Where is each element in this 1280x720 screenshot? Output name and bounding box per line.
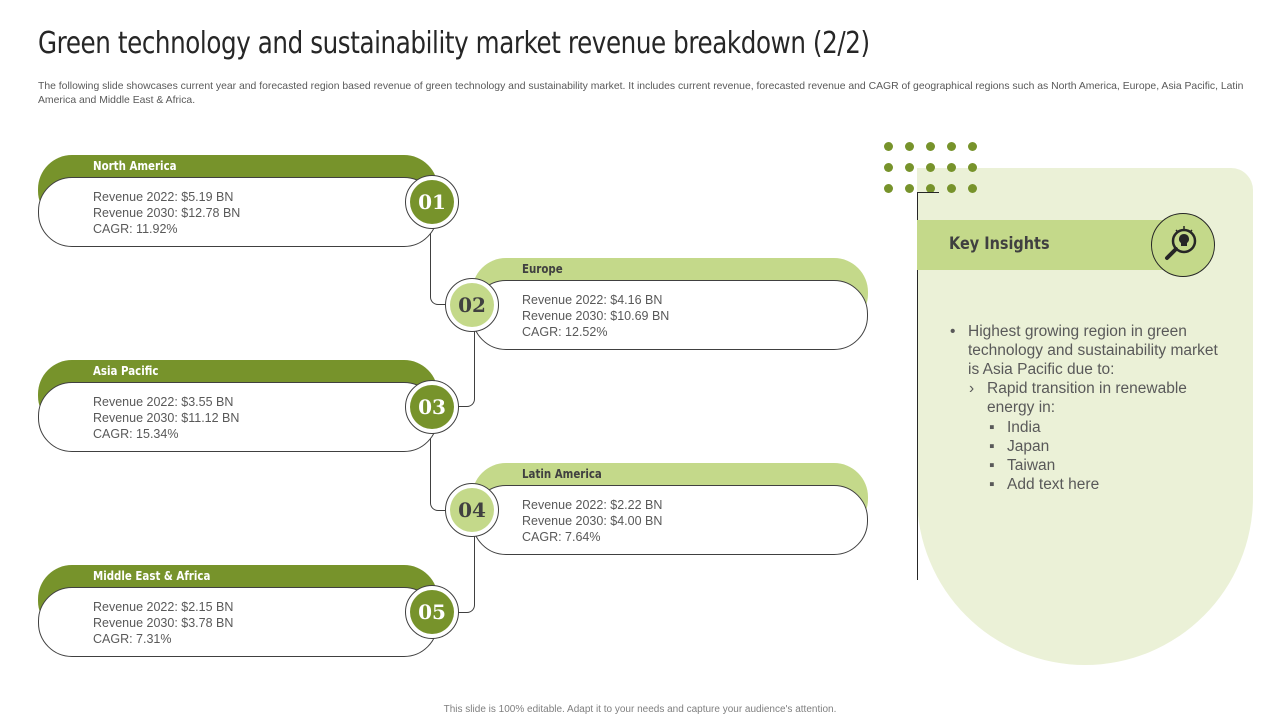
decorative-dot xyxy=(968,142,977,151)
decorative-dot xyxy=(884,163,893,172)
number-badge-01: 01 xyxy=(405,175,459,229)
cagr: CAGR: 12.52% xyxy=(522,325,608,339)
decorative-dot xyxy=(947,142,956,151)
dot-grid-decoration xyxy=(884,142,984,194)
revenue-2022: Revenue 2022: $2.15 BN xyxy=(93,600,234,614)
region-name: Middle East & Africa xyxy=(93,568,211,583)
page-title: Green technology and sustainability mark… xyxy=(38,26,870,61)
cagr: CAGR: 7.64% xyxy=(522,530,601,544)
insight-item: ▪ Add text here xyxy=(989,476,1100,493)
decorative-dot xyxy=(947,163,956,172)
insight-item: ▪ Taiwan xyxy=(989,457,1056,474)
revenue-2022: Revenue 2022: $5.19 BN xyxy=(93,190,234,204)
decorative-dot xyxy=(905,184,914,193)
insight-sub-bullet: › Rapid transition in renewable energy in… xyxy=(969,380,1187,416)
number-badge-03: 03 xyxy=(405,380,459,434)
decorative-dot xyxy=(968,163,977,172)
revenue-2030: Revenue 2030: $3.78 BN xyxy=(93,616,234,630)
cagr: CAGR: 15.34% xyxy=(93,427,179,441)
decorative-dot xyxy=(926,142,935,151)
decorative-dot xyxy=(926,163,935,172)
decorative-dot xyxy=(905,163,914,172)
region-name: North America xyxy=(93,158,177,173)
decorative-dot xyxy=(884,184,893,193)
number-badge-05: 05 xyxy=(405,585,459,639)
number-badge-04: 04 xyxy=(445,483,499,537)
lightbulb-magnifier-icon xyxy=(1151,213,1215,277)
region-card-latin-america: Latin America Revenue 2022: $2.22 BN Rev… xyxy=(472,463,868,557)
revenue-2030: Revenue 2030: $12.78 BN xyxy=(93,206,241,220)
insight-bullet: • Highest growing region in green technol… xyxy=(950,323,1218,378)
region-card-asia-pacific: Asia Pacific Revenue 2022: $3.55 BN Reve… xyxy=(38,360,438,454)
decorative-dot xyxy=(905,142,914,151)
decorative-dot xyxy=(947,184,956,193)
decorative-dot xyxy=(884,142,893,151)
region-card-north-america: North America Revenue 2022: $5.19 BN Rev… xyxy=(38,155,438,249)
footer-note: This slide is 100% editable. Adapt it to… xyxy=(443,704,837,715)
page-subtitle: The following slide showcases current ye… xyxy=(38,81,1244,106)
region-name: Europe xyxy=(522,261,563,276)
number-badge-02: 02 xyxy=(445,278,499,332)
region-card-middle-east-africa: Middle East & Africa Revenue 2022: $2.15… xyxy=(38,565,438,659)
insight-item: ▪ Japan xyxy=(989,438,1050,455)
region-name: Latin America xyxy=(522,466,602,481)
decorative-dot xyxy=(968,184,977,193)
region-card-europe: Europe Revenue 2022: $4.16 BN Revenue 20… xyxy=(472,258,868,352)
key-insights-title: Key Insights xyxy=(949,234,1050,254)
revenue-2022: Revenue 2022: $3.55 BN xyxy=(93,395,234,409)
revenue-2030: Revenue 2030: $4.00 BN xyxy=(522,514,663,528)
insight-item: ▪ India xyxy=(989,419,1041,436)
revenue-2022: Revenue 2022: $2.22 BN xyxy=(522,498,663,512)
revenue-2030: Revenue 2030: $10.69 BN xyxy=(522,309,670,323)
cagr: CAGR: 11.92% xyxy=(93,222,178,236)
revenue-2030: Revenue 2030: $11.12 BN xyxy=(93,411,240,425)
cagr: CAGR: 7.31% xyxy=(93,632,172,646)
revenue-2022: Revenue 2022: $4.16 BN xyxy=(522,293,663,307)
region-name: Asia Pacific xyxy=(93,363,159,378)
